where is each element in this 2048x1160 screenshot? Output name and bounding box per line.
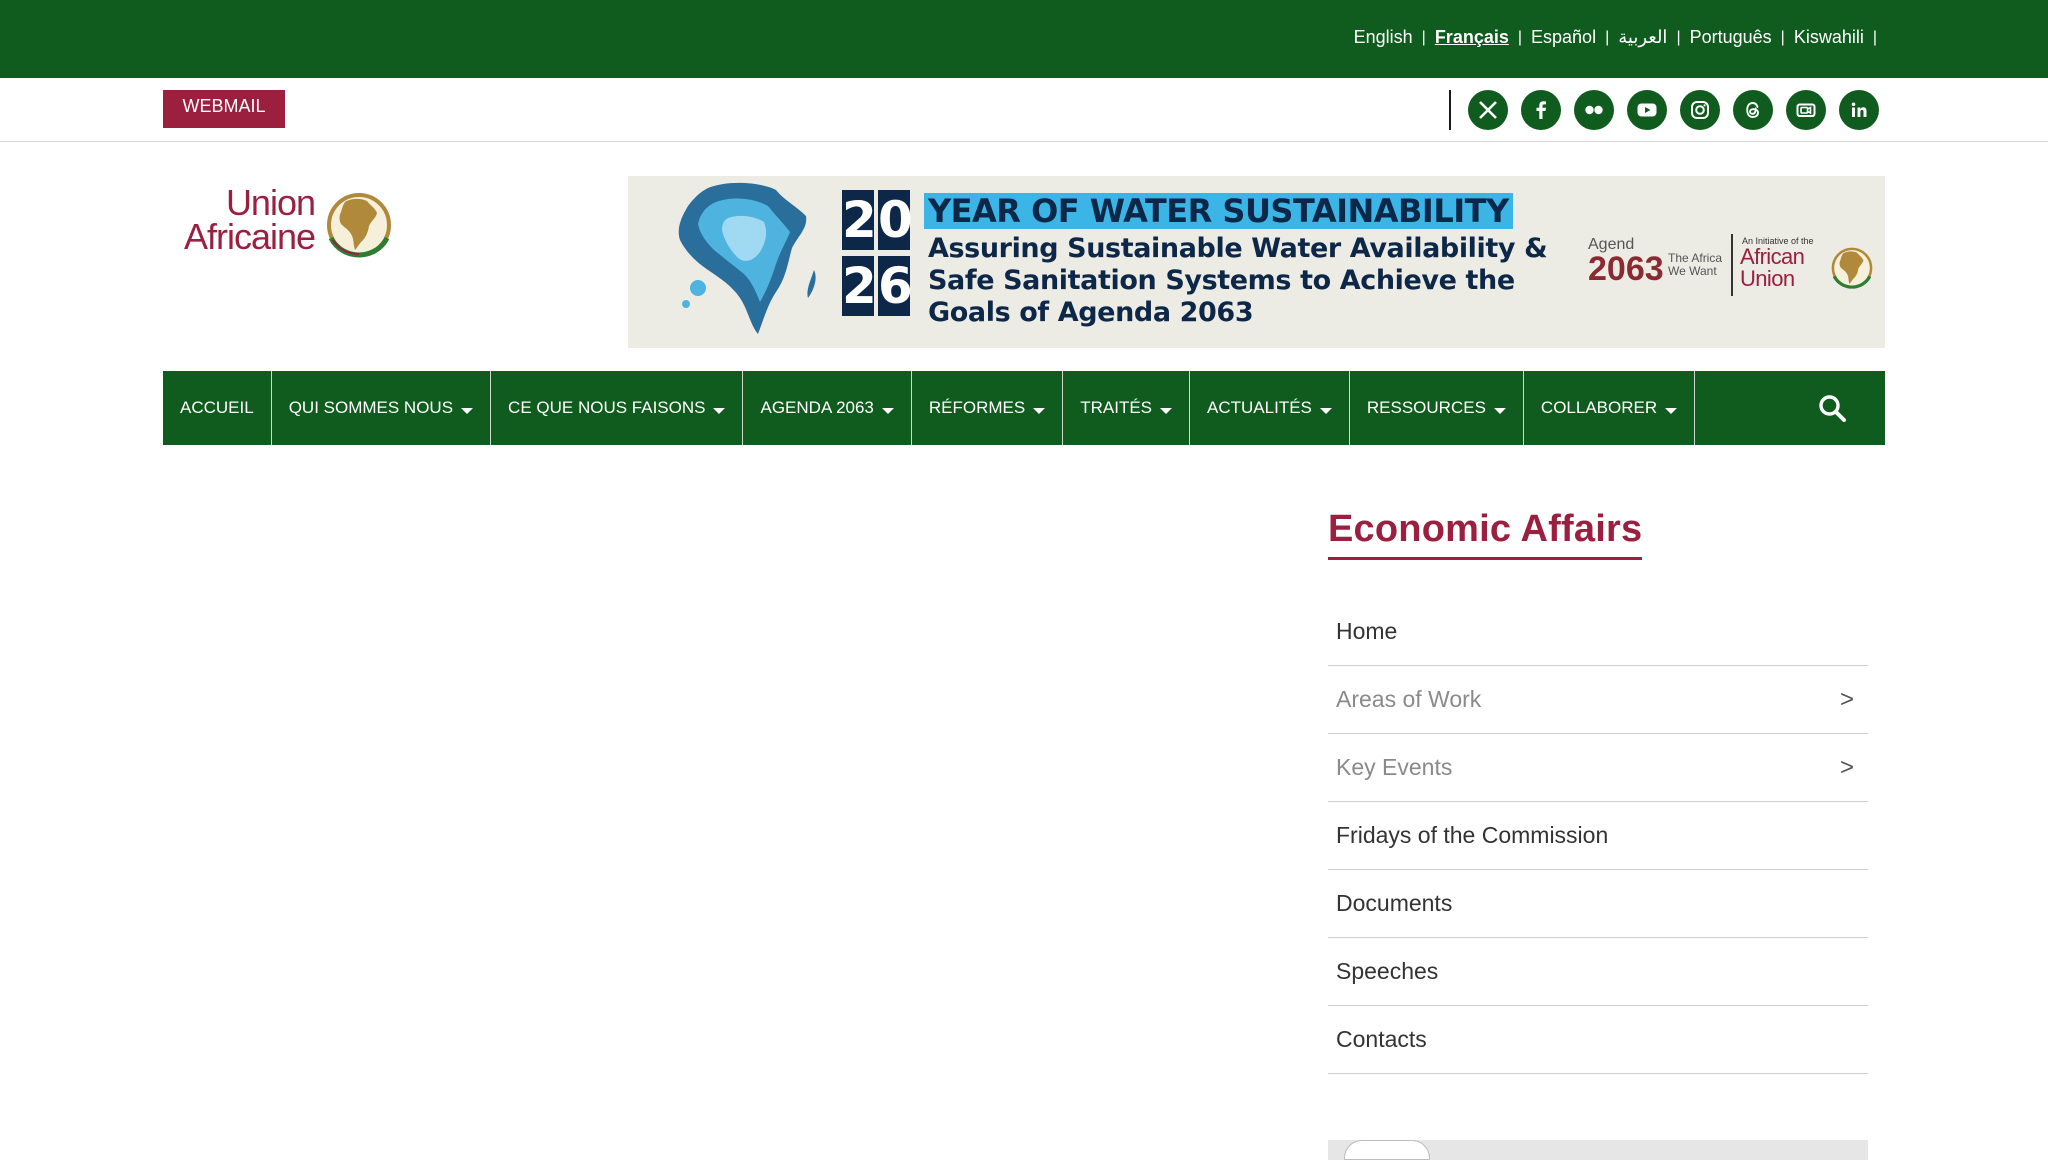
sidebar-item-label: Documents: [1336, 890, 1453, 916]
sidebar-item-label: Speeches: [1336, 958, 1439, 984]
nav-traites[interactable]: TRAITÉS: [1063, 371, 1191, 445]
nav-ressources[interactable]: RESSOURCES: [1350, 371, 1524, 445]
banner-au-line: African: [1740, 244, 1805, 269]
sidebar-item-label: Areas of Work: [1336, 686, 1482, 712]
caret-down-icon: [1493, 408, 1506, 414]
lang-separator: |: [1421, 28, 1426, 46]
caret-down-icon: [461, 408, 474, 414]
flickr-icon[interactable]: [1574, 90, 1614, 130]
caret-down-icon: [881, 408, 894, 414]
agenda-big-text: 2063: [1588, 250, 1664, 288]
agenda-tagline: The Africa We Want: [1668, 251, 1723, 278]
lang-espanol[interactable]: Español: [1531, 27, 1596, 48]
main-navigation: ACCUEIL QUI SOMMES NOUS CE QUE NOUS FAIS…: [163, 371, 1885, 445]
au-emblem-small-icon: [1831, 247, 1873, 289]
nav-label: ACCUEIL: [180, 398, 254, 417]
sidebar-item-label: Key Events: [1336, 754, 1453, 780]
utility-bar: WEBMAIL: [0, 78, 2048, 142]
youtube-icon[interactable]: [1627, 90, 1667, 130]
banner-year: 2 0 2 6: [842, 190, 913, 322]
banner-title: YEAR OF WATER SUSTAINABILITY: [924, 193, 1513, 229]
sidebar-item-documents[interactable]: Documents: [1328, 870, 1868, 938]
sidebar-item-contacts[interactable]: Contacts: [1328, 1006, 1868, 1074]
year-digit: 6: [878, 256, 913, 316]
banner-subtitle-line: Goals of Agenda 2063: [928, 297, 1254, 328]
banner-subtitle-line: Assuring Sustainable Water Availability …: [928, 233, 1548, 264]
nav-ce-que-nous-faisons[interactable]: CE QUE NOUS FAISONS: [491, 371, 744, 445]
caret-down-icon: [1033, 408, 1046, 414]
chevron-right-icon[interactable]: >: [1840, 686, 1854, 714]
logo-wordmark: Union Africaine: [175, 182, 316, 257]
lang-separator: |: [1517, 28, 1523, 46]
au-emblem-icon: [327, 193, 391, 258]
caret-down-icon: [1319, 408, 1332, 414]
nav-collaborer[interactable]: COLLABORER: [1524, 371, 1696, 445]
lang-francais[interactable]: Français: [1435, 27, 1509, 48]
nav-label: ACTUALITÉS: [1207, 398, 1312, 417]
nav-label: AGENDA 2063: [760, 398, 874, 417]
sidebar-title: Economic Affairs: [1328, 508, 1643, 560]
lang-separator: |: [1872, 28, 1877, 46]
language-bar: English | Français | Español | العربية |…: [0, 0, 2048, 78]
year-digit: 2: [842, 256, 877, 316]
nav-label: CE QUE NOUS FAISONS: [508, 398, 706, 417]
section-sidebar: Economic Affairs Home Areas of Work > Ke…: [1328, 508, 1868, 1074]
social-divider: [1449, 90, 1451, 130]
sidebar-widget-box: [1328, 1140, 1868, 1160]
nav-accueil[interactable]: ACCUEIL: [163, 371, 272, 445]
banner-subtitle-line: Safe Sanitation Systems to Achieve the: [928, 265, 1515, 296]
chevron-right-icon[interactable]: >: [1840, 754, 1854, 782]
logo-line-africaine: Africaine: [183, 216, 316, 257]
sidebar-item-areas-of-work[interactable]: Areas of Work >: [1328, 666, 1868, 734]
sidebar-item-fridays[interactable]: Fridays of the Commission: [1328, 802, 1868, 870]
facebook-icon[interactable]: [1521, 90, 1561, 130]
sidebar-item-speeches[interactable]: Speeches: [1328, 938, 1868, 1006]
year-digit: 2: [842, 190, 877, 250]
language-list: English | Français | Español | العربية |…: [1354, 27, 1886, 48]
nav-label: QUI SOMMES NOUS: [288, 398, 454, 417]
year-digit: 0: [878, 190, 913, 250]
linkedin-icon[interactable]: [1839, 90, 1879, 130]
lang-kiswahili[interactable]: Kiswahili: [1794, 27, 1864, 48]
social-links: [1468, 90, 1879, 130]
webmail-button[interactable]: WEBMAIL: [163, 90, 285, 128]
banner-subtitle: Assuring Sustainable Water Availability …: [928, 233, 1548, 329]
year-theme-banner[interactable]: 2 0 2 6 YEAR OF WATER SUSTAINABILITY Ass…: [628, 176, 1885, 348]
lang-separator: |: [1676, 28, 1681, 46]
banner-au-line: Union: [1740, 266, 1795, 291]
banner-divider: [1731, 234, 1733, 296]
nav-label: RÉFORMES: [928, 398, 1026, 417]
x-icon[interactable]: [1468, 90, 1508, 130]
sidebar-item-label: Fridays of the Commission: [1336, 822, 1609, 848]
lang-portugues[interactable]: Português: [1690, 27, 1772, 48]
union-africaine-logo[interactable]: Union Africaine: [175, 182, 400, 262]
search-icon[interactable]: [1817, 393, 1847, 423]
lang-separator: |: [1605, 28, 1610, 46]
lang-arabic[interactable]: العربية: [1618, 27, 1667, 48]
widget-tab[interactable]: [1344, 1140, 1430, 1160]
nav-agenda-2063[interactable]: AGENDA 2063: [743, 371, 912, 445]
nav-label: RESSOURCES: [1366, 398, 1486, 417]
sidebar-menu: Home Areas of Work > Key Events > Friday…: [1328, 598, 1868, 1074]
sidebar-item-key-events[interactable]: Key Events >: [1328, 734, 1868, 802]
caret-down-icon: [713, 408, 726, 414]
sidebar-item-label: Home: [1336, 618, 1398, 644]
threads-icon[interactable]: [1733, 90, 1773, 130]
instagram-icon[interactable]: [1680, 90, 1720, 130]
sidebar-item-home[interactable]: Home: [1328, 598, 1868, 666]
nav-actualites[interactable]: ACTUALITÉS: [1190, 371, 1350, 445]
nav-label: COLLABORER: [1540, 398, 1658, 417]
lang-separator: |: [1780, 28, 1785, 46]
lang-english[interactable]: English: [1354, 27, 1413, 48]
caret-down-icon: [1665, 408, 1678, 414]
caret-down-icon: [1160, 408, 1173, 414]
africa-water-map-icon: [678, 182, 816, 334]
nav-reformes[interactable]: RÉFORMES: [912, 371, 1064, 445]
logo-line-union: Union: [225, 182, 316, 223]
video-icon[interactable]: [1786, 90, 1826, 130]
banner-au-wordmark: African Union: [1740, 244, 1805, 291]
sidebar-item-label: Contacts: [1336, 1026, 1427, 1052]
nav-qui-sommes-nous[interactable]: QUI SOMMES NOUS: [272, 371, 492, 445]
nav-label: TRAITÉS: [1080, 398, 1153, 417]
